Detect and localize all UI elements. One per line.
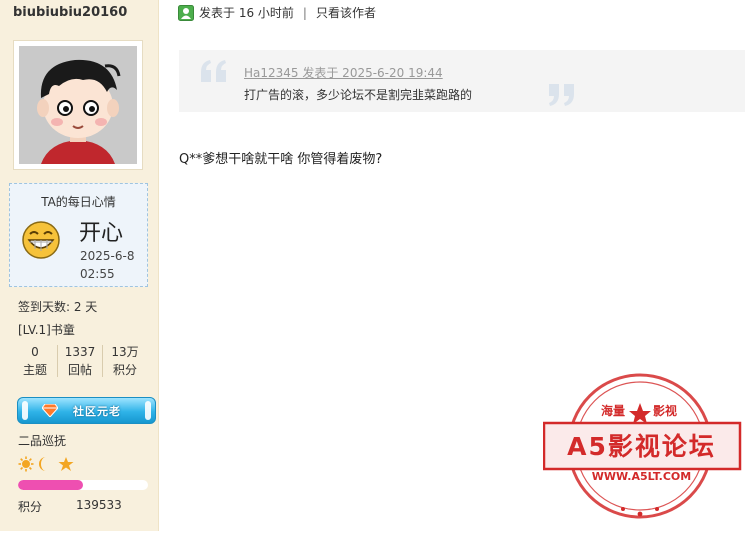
diamond-icon [41,403,59,418]
sun-icon [18,456,34,472]
points-value: 139533 [76,498,122,512]
separator: | [302,5,307,20]
points-label: 积分 [18,500,43,514]
quote-text: 打广告的滚，多少论坛不是割完韭菜跑路的 [244,88,473,102]
stat-label: 积分 [112,363,137,377]
badge-cap-left [22,401,28,420]
mood-date-day: 2025-6-8 [80,249,135,263]
mood-date: 2025-6-8 02:55 [80,247,134,283]
user-sidebar: biubiubiu20160 TA的每日心情 开心 2025-6-8 02:55… [0,0,159,531]
stat-threads[interactable]: 0 主题 [13,343,57,379]
moon-icon [39,457,46,471]
posted-time: 发表于 16 小时前 [199,6,294,20]
badge-label: 社区元老 [73,405,121,418]
avatar[interactable] [13,40,143,170]
rank-icons [18,456,78,472]
stamp-url: WWW.A5LT.COM [591,470,692,483]
rank-progress-bar [18,480,148,490]
stat-value: 0 [31,345,39,359]
open-quote-icon [201,60,226,82]
mood-text: 开心 [79,221,124,246]
star-icon [58,457,74,471]
rank-progress-fill [18,480,83,490]
close-quote-icon [549,84,574,106]
quote-block: Ha12345 发表于 2025-6-20 19:44 打广告的滚，多少论坛不是… [179,50,745,112]
community-elder-badge[interactable]: 社区元老 [17,397,156,424]
user-online-icon [178,4,194,21]
stat-label: 回帖 [67,363,92,377]
signin-days: 签到天数: 2 天 [18,300,98,314]
mood-date-time: 02:55 [80,267,115,281]
stat-value: 1337 [64,345,96,359]
stamp-top-right: 影视 [653,404,678,418]
username-link[interactable]: biubiubiu20160 [13,5,127,20]
mood-title: TA的每日心情 [41,195,116,209]
stamp-top-left: 海量 [601,404,626,418]
rank-title: 二品巡抚 [18,434,67,448]
daily-mood-box: TA的每日心情 开心 2025-6-8 02:55 [9,183,148,287]
quote-author-link[interactable]: Ha12345 发表于 2025-6-20 19:44 [244,64,443,81]
stat-label: 主题 [22,363,47,377]
post-content: Q**爹想干啥就干啥 你管得着废物? [179,152,383,167]
only-author-link[interactable]: 只看该作者 [316,4,376,21]
grin-face-icon [21,220,61,260]
user-level[interactable]: [LV.1]书童 [18,321,75,338]
post-meta: 发表于 16 小时前 | 只看该作者 [178,4,376,21]
badge-cap-right [145,401,151,420]
stat-replies[interactable]: 1337 回帖 [58,343,102,379]
stat-value: 13万 [111,345,139,359]
stat-points[interactable]: 13万 积分 [103,343,147,379]
stamp-name: A5影视论坛 [567,432,716,461]
forum-watermark-stamp: 海量 影视 A5影视论坛 WWW.A5LT.COM [542,371,743,531]
user-stats: 0 主题 1337 回帖 13万 积分 [13,343,148,379]
